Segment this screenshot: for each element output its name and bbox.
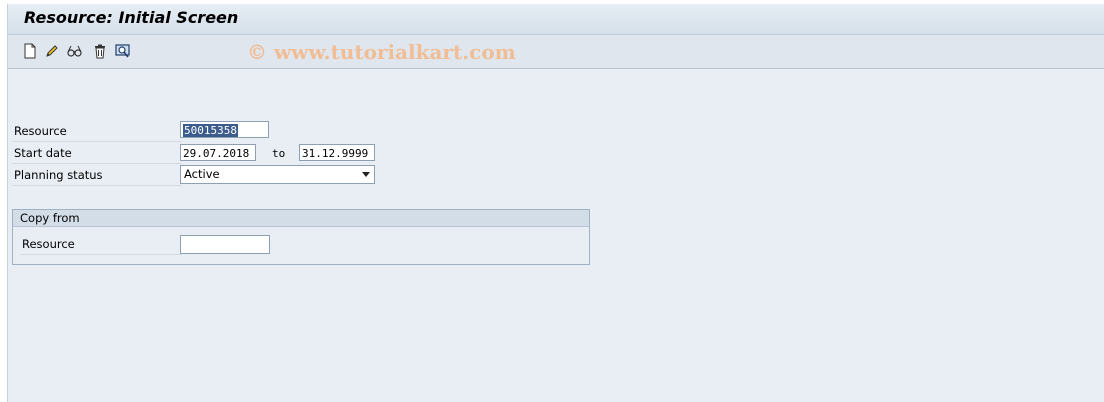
copy-from-heading: Copy from — [13, 210, 589, 227]
resource-input[interactable]: 50015358 — [180, 121, 269, 138]
start-date-input[interactable]: 29.07.2018 — [180, 144, 256, 161]
copy-from-group: Copy from Resource — [12, 209, 590, 265]
start-date-label: Start date — [12, 144, 182, 164]
page-title: Resource: Initial Screen — [24, 8, 239, 27]
chevron-down-icon[interactable] — [362, 172, 370, 177]
end-date-input[interactable]: 31.12.9999 — [299, 144, 375, 161]
overview-icon[interactable] — [115, 43, 131, 59]
watermark-text: © www.tutorialkart.com — [247, 40, 516, 64]
new-icon[interactable] — [22, 43, 38, 59]
edit-icon[interactable] — [44, 43, 60, 59]
to-label: to — [272, 147, 286, 160]
resource-value: 50015358 — [183, 124, 238, 137]
copy-from-resource-label: Resource — [20, 235, 182, 255]
planning-status-label: Planning status — [12, 166, 182, 186]
delete-icon[interactable] — [92, 43, 108, 59]
application-toolbar: © www.tutorialkart.com — [8, 35, 1104, 69]
resource-label: Resource — [12, 122, 182, 142]
main-window: Resource: Initial Screen © www.tutorialk… — [7, 4, 1104, 402]
copy-from-resource-input[interactable] — [180, 235, 270, 254]
display-icon[interactable] — [66, 43, 82, 59]
planning-status-dropdown[interactable]: Active — [180, 165, 375, 184]
planning-status-value: Active — [184, 167, 220, 181]
title-bar: Resource: Initial Screen — [8, 4, 1104, 35]
